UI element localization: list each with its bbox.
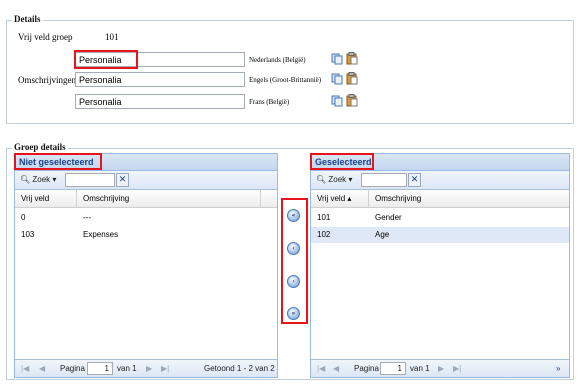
copy-icon[interactable]: [331, 95, 343, 107]
cell-id: 101: [317, 213, 331, 222]
move-all-right-button[interactable]: »: [287, 307, 300, 320]
paging-toolbar: |◀ ◀ Pagina 1 van 1 ▶ ▶| Getoond 1 - 2 v…: [15, 359, 277, 377]
highlight-box: [310, 153, 374, 170]
clear-search-button[interactable]: ✕: [408, 173, 421, 187]
language-label-nl: Nederlands (België): [249, 56, 306, 64]
column-omschrijving[interactable]: Omschrijving: [83, 194, 129, 203]
cell-id: 103: [21, 230, 35, 239]
cell-desc: ---: [83, 213, 91, 222]
shown-count: Getoond 1 - 2 van 2: [204, 364, 275, 373]
selected-panel: Geselecteerd 🔍︎ Zoek ▾ ✕ Vrij veld ▴ Oms…: [310, 153, 570, 378]
cell-id: 0: [21, 213, 26, 222]
search-button[interactable]: 🔍︎ Zoek ▾: [20, 175, 56, 184]
next-page-icon[interactable]: ▶: [146, 364, 152, 373]
column-header: Vrij veld ▴ Omschrijving: [311, 190, 569, 208]
page-input[interactable]: 1: [380, 362, 406, 375]
prev-page-icon[interactable]: ◀: [333, 364, 339, 373]
copy-icon[interactable]: [331, 73, 343, 85]
paging-label: Pagina: [60, 364, 85, 373]
table-row[interactable]: 0 ---: [15, 210, 277, 226]
move-all-left-button[interactable]: «: [287, 209, 300, 222]
unselected-toolbar: 🔍︎ Zoek ▾ ✕: [15, 171, 277, 190]
prev-page-icon[interactable]: ◀: [39, 364, 45, 373]
search-icon: 🔍︎: [20, 175, 31, 184]
clear-search-button[interactable]: ✕: [116, 173, 129, 187]
next-page-icon[interactable]: ▶: [438, 364, 444, 373]
column-omschrijving[interactable]: Omschrijving: [375, 194, 421, 203]
column-vrij-veld[interactable]: Vrij veld ▴: [317, 194, 351, 203]
search-label: Zoek: [32, 175, 51, 184]
paste-icon[interactable]: [346, 94, 358, 107]
last-page-icon[interactable]: ▶|: [161, 364, 169, 373]
table-row[interactable]: 101 Gender: [311, 210, 569, 226]
details-legend: Details: [12, 14, 43, 24]
search-label: Zoek: [328, 175, 347, 184]
first-page-icon[interactable]: |◀: [317, 364, 325, 373]
page-count: van 1: [410, 364, 430, 373]
cell-desc: Expenses: [83, 230, 119, 239]
highlight-box: [14, 153, 102, 170]
group-value: 101: [105, 32, 119, 42]
description-input-en[interactable]: Personalia: [75, 72, 245, 87]
page-input[interactable]: 1: [87, 362, 113, 375]
search-input[interactable]: [65, 173, 115, 187]
search-input[interactable]: [361, 173, 407, 187]
description-input-fr[interactable]: Personalia: [75, 94, 245, 109]
paste-icon[interactable]: [346, 52, 358, 65]
cell-id: 102: [317, 230, 331, 239]
expand-icon[interactable]: »: [556, 364, 560, 373]
cell-desc: Age: [375, 230, 390, 239]
selected-toolbar: 🔍︎ Zoek ▾ ✕: [311, 171, 569, 190]
paging-label: Pagina: [354, 364, 379, 373]
last-page-icon[interactable]: ▶|: [453, 364, 461, 373]
move-right-button[interactable]: ›: [287, 275, 300, 288]
move-left-button[interactable]: ‹: [287, 242, 300, 255]
unselected-panel: Niet geselecteerd 🔍︎ Zoek ▾ ✕ Vrij veld …: [14, 153, 278, 378]
highlight-box: [74, 50, 138, 69]
descriptions-label: Omschrijvingen: [18, 75, 76, 85]
language-label-fr: Frans (België): [249, 98, 290, 106]
group-details-legend: Groep details: [12, 142, 68, 152]
paste-icon[interactable]: [346, 72, 358, 85]
table-row-selected[interactable]: 102 Age: [311, 227, 569, 243]
search-button[interactable]: 🔍︎ Zoek ▾: [316, 175, 352, 184]
language-label-en: Engels (Groot-Brittannië): [249, 76, 322, 84]
table-row[interactable]: 103 Expenses: [15, 227, 277, 243]
column-vrij-veld[interactable]: Vrij veld: [21, 194, 49, 203]
paging-toolbar: |◀ ◀ Pagina 1 van 1 ▶ ▶| »: [311, 359, 569, 377]
page-count: van 1: [117, 364, 137, 373]
first-page-icon[interactable]: |◀: [21, 364, 29, 373]
cell-desc: Gender: [375, 213, 402, 222]
copy-icon[interactable]: [331, 53, 343, 65]
group-label: Vrij veld groep: [18, 32, 73, 42]
search-icon: 🔍︎: [316, 175, 327, 184]
column-header: Vrij veld Omschrijving: [15, 190, 277, 208]
